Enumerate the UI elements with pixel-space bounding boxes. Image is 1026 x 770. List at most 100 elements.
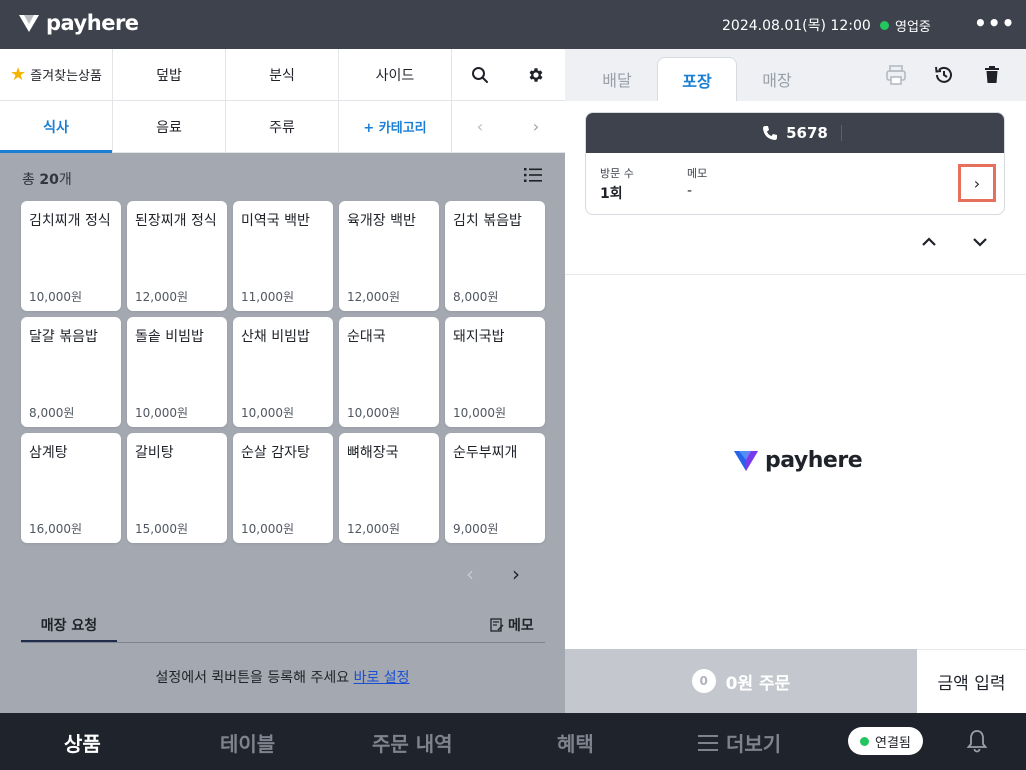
total-suffix: 개 [58,172,72,188]
product-card[interactable]: 돼지국밥 10,000원 [445,317,545,427]
quick-button-hint: 설정에서 퀵버튼을 등록해 주세요 바로 설정 [0,667,565,687]
visit-count-label: 방문 수 [600,167,634,180]
brand-name: payhere [46,11,139,35]
payhere-logo-icon [734,451,758,471]
product-card[interactable]: 된장찌개 정식 12,000원 [127,201,227,311]
phone-number: 5678 [786,124,828,142]
memo-button[interactable]: 메모 [490,615,534,635]
payhere-logo-icon [19,15,39,32]
printer-icon[interactable] [885,64,907,86]
product-card[interactable]: 갈비탕 15,000원 [127,433,227,543]
history-icon[interactable] [933,64,955,86]
product-name: 돼지국밥 [453,329,505,345]
product-card[interactable]: 달걀 볶음밥 8,000원 [21,317,121,427]
order-panel: 배달 포장 매장 5678 방문 수 1회 메모 - › payhere 0 0… [565,49,1026,713]
product-price: 12,000원 [347,290,401,304]
total-count: 20 [39,172,59,188]
quick-setup-link[interactable]: 바로 설정 [354,670,410,686]
product-name: 돌솥 비빔밥 [135,329,204,345]
more-menu-button[interactable]: ••• [974,11,1015,35]
bottom-nav: 상품 테이블 주문 내역 혜택 더보기 연결됨 [0,713,1026,770]
store-request-tab[interactable]: 매장 요청 [21,611,117,643]
category-deopbap[interactable]: 덮밥 [113,49,226,100]
product-grid: 김치찌개 정식 10,000원 된장찌개 정식 12,000원 미역국 백반 11,000… [21,201,545,543]
tab-delivery[interactable]: 배달 [577,57,657,101]
gear-icon [529,67,543,82]
list-view-icon[interactable] [524,167,542,183]
category-meal[interactable]: 식사 [0,101,113,153]
category-bunsik[interactable]: 분식 [226,49,339,100]
category-prev-button[interactable]: ‹ [452,101,508,152]
product-card[interactable]: 산채 비빔밥 10,000원 [233,317,333,427]
order-type-tabs: 배달 포장 매장 [565,49,1026,101]
category-next-button[interactable]: › [508,101,564,152]
place-order-button[interactable]: 0 0원 주문 [565,649,917,713]
nav-tables[interactable]: 테이블 [220,728,275,757]
product-name: 된장찌개 정식 [135,213,217,229]
phone-separator [841,125,842,141]
product-price: 12,000원 [347,522,401,536]
product-price: 10,000원 [241,522,295,536]
category-favorites[interactable]: ★ 즐겨찾는상품 [0,49,113,100]
product-card[interactable]: 순대국 10,000원 [339,317,439,427]
product-card[interactable]: 뼈해장국 12,000원 [339,433,439,543]
add-category-button[interactable]: + 카테고리 [339,101,452,152]
scroll-up-button[interactable] [920,233,938,256]
chevron-right-icon: › [973,173,981,193]
quick-hint-text: 설정에서 퀵버튼을 등록해 주세요 [155,670,350,686]
product-name: 갈비탕 [135,445,174,461]
product-name: 순두부찌개 [453,445,518,461]
customer-phone[interactable]: 5678 [586,113,1004,153]
product-card[interactable]: 삼계탕 16,000원 [21,433,121,543]
tab-dine-in[interactable]: 매장 [737,57,817,101]
category-favorites-label: 즐겨찾는상품 [30,69,102,84]
product-price: 10,000원 [453,406,507,420]
product-price: 9,000원 [453,522,499,536]
brand-logo: payhere [18,11,139,35]
nav-products[interactable]: 상품 [64,728,101,757]
tab-takeout[interactable]: 포장 [657,57,737,101]
bell-icon[interactable] [966,729,988,753]
product-name: 산채 비빔밥 [241,329,310,345]
product-card[interactable]: 순두부찌개 9,000원 [445,433,545,543]
product-price: 10,000원 [347,406,401,420]
category-alcohol[interactable]: 주류 [226,101,339,152]
product-card[interactable]: 육개장 백반 12,000원 [339,201,439,311]
store-status-label: 영업중 [895,20,931,35]
product-price: 10,000원 [241,406,295,420]
connection-status[interactable]: 연결됨 [848,727,923,755]
empty-order-brand: payhere [733,447,863,473]
page-next-button[interactable]: › [512,562,520,586]
product-card[interactable]: 순살 감자탕 10,000원 [233,433,333,543]
category-drinks[interactable]: 음료 [113,101,226,152]
memo-label: 메모 [508,618,534,634]
request-divider [21,642,545,643]
amount-input-button[interactable]: 금액 입력 [917,649,1026,713]
chevron-up-icon [922,237,936,246]
product-card[interactable]: 돌솥 비빔밥 10,000원 [127,317,227,427]
product-card[interactable]: 미역국 백반 11,000원 [233,201,333,311]
nav-benefits[interactable]: 혜택 [557,728,594,757]
product-card[interactable]: 김치 볶음밥 8,000원 [445,201,545,311]
settings-button[interactable] [508,49,564,100]
store-status[interactable]: 영업중 [880,16,931,35]
memo-icon [490,618,504,632]
product-price: 8,000원 [29,406,75,420]
search-button[interactable] [452,49,508,100]
order-button-label: 0원 주문 [725,673,791,694]
nav-order-history[interactable]: 주문 내역 [372,728,453,757]
nav-more[interactable]: 더보기 [698,728,781,757]
customer-detail-button[interactable]: › [958,164,996,202]
category-row-2: 식사 음료 주류 + 카테고리 ‹ › [0,101,565,153]
trash-icon[interactable] [981,64,1003,86]
scroll-down-button[interactable] [971,233,989,256]
page-prev-button[interactable]: ‹ [466,562,474,586]
product-name: 육개장 백반 [347,213,416,229]
product-name: 뼈해장국 [347,445,399,461]
star-icon: ★ [10,64,27,85]
category-side[interactable]: 사이드 [339,49,452,100]
product-card[interactable]: 김치찌개 정식 10,000원 [21,201,121,311]
order-divider [565,274,1026,275]
search-icon [472,66,488,83]
customer-memo-value: - [687,183,693,199]
